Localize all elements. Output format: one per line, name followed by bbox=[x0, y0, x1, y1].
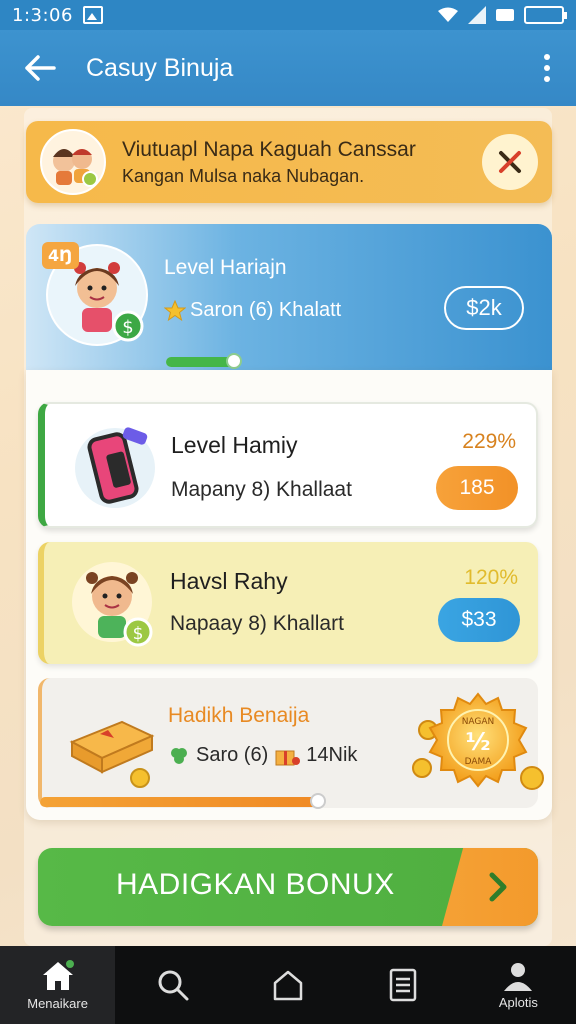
nav-home[interactable]: Menaikare bbox=[0, 946, 116, 1024]
list-item[interactable]: $ Havsl Rahy Napaay 8) Khallart 120% $33 bbox=[38, 542, 538, 664]
cash-bundle-icon bbox=[62, 692, 162, 792]
more-vertical-icon bbox=[544, 54, 550, 60]
app-bar: Casuy Binuja bbox=[0, 30, 576, 106]
bonus-progress-bar[interactable] bbox=[40, 793, 326, 809]
badge-text-mid: ½ bbox=[466, 728, 491, 756]
phone-icon bbox=[65, 414, 165, 514]
level-card-meta: Saron (6) Khalatt bbox=[164, 299, 341, 322]
close-icon bbox=[499, 151, 521, 173]
status-time: 1:3:06 bbox=[12, 4, 73, 26]
item-percent: 229% bbox=[462, 430, 516, 453]
item-subtitle-extra: 14Nik bbox=[306, 744, 358, 766]
signal-icon bbox=[468, 6, 486, 24]
bottom-nav: Menaikare Aplotis bbox=[0, 946, 576, 1024]
status-bar: 1:3:06 bbox=[0, 0, 576, 30]
search-icon bbox=[158, 970, 189, 1001]
cta-label: HADIGKAN BONUX bbox=[116, 868, 395, 901]
level-card[interactable]: $ 4Ŋ Level Hariajn Saron (6) Khalatt $2k bbox=[26, 224, 552, 370]
boy-avatar-icon: $ bbox=[64, 552, 164, 652]
item-subtitle: Napaay 8) Khallart bbox=[170, 612, 344, 635]
item-title: Level Hamiy bbox=[171, 432, 298, 458]
notification-box-icon bbox=[496, 9, 514, 21]
notice-banner[interactable]: Viutuapl Napa Kaguah Canssar Kangan Muls… bbox=[26, 121, 552, 203]
gift-box-icon bbox=[275, 750, 301, 765]
battery-icon bbox=[524, 6, 567, 24]
level-badge: 4Ŋ bbox=[42, 242, 79, 269]
level-progress-handle[interactable] bbox=[226, 353, 242, 369]
nav-documents[interactable] bbox=[346, 946, 461, 1024]
arrow-left-icon bbox=[25, 55, 56, 81]
svg-text:$: $ bbox=[122, 317, 133, 338]
item-claim-button[interactable]: 185 bbox=[436, 466, 518, 510]
more-options-button[interactable] bbox=[538, 48, 556, 88]
kids-avatar-icon bbox=[40, 129, 106, 195]
image-notification-icon bbox=[82, 6, 103, 24]
notice-close-button[interactable] bbox=[482, 134, 538, 190]
nav-profile[interactable]: Aplotis bbox=[461, 946, 576, 1024]
level-card-title: Level Hariajn bbox=[164, 256, 287, 279]
bonus-progress-handle[interactable] bbox=[310, 793, 326, 809]
svg-text:$: $ bbox=[133, 624, 144, 644]
item-percent: 120% bbox=[464, 566, 518, 589]
badge-text-top: NAGAN bbox=[462, 717, 495, 727]
nav-house[interactable] bbox=[230, 946, 345, 1024]
star-icon bbox=[164, 299, 186, 321]
document-icon bbox=[389, 968, 417, 1002]
item-subtitle: Mapany 8) Khallaat bbox=[171, 478, 352, 501]
cta-arrow-area bbox=[442, 848, 538, 926]
nav-home-label: Menaikare bbox=[27, 995, 88, 1011]
notice-title: Viutuapl Napa Kaguah Canssar bbox=[122, 137, 416, 161]
notice-subtitle: Kangan Mulsa naka Nubagan. bbox=[122, 165, 365, 186]
nav-search[interactable] bbox=[115, 946, 230, 1024]
gold-bonus-badge[interactable]: NAGAN ½ DAMA bbox=[408, 690, 548, 802]
item-title: Havsl Rahy bbox=[170, 568, 288, 594]
nav-profile-label: Aplotis bbox=[498, 994, 538, 1010]
item-subtitle: Saro (6) bbox=[196, 744, 269, 766]
level-meta-text: Saron (6) Khalatt bbox=[190, 299, 342, 321]
item-subtitle-row: Saro (6) 14Nik bbox=[168, 744, 357, 767]
status-icons bbox=[438, 6, 567, 24]
item-title: Hadikh Benaija bbox=[168, 704, 310, 727]
notice-text: Viutuapl Napa Kaguah Canssar Kangan Muls… bbox=[122, 138, 482, 187]
house-outline-icon bbox=[273, 970, 303, 1001]
home-icon bbox=[42, 959, 74, 990]
item-claim-button[interactable]: $33 bbox=[438, 598, 520, 642]
list-item[interactable]: Level Hamiy Mapany 8) Khallaat 229% 185 bbox=[38, 402, 538, 528]
level-progress-bar[interactable] bbox=[166, 353, 242, 369]
wifi-icon bbox=[438, 7, 458, 22]
profile-icon bbox=[504, 962, 533, 991]
page-title: Casuy Binuja bbox=[86, 53, 234, 82]
clover-icon bbox=[171, 747, 187, 764]
chevron-right-icon bbox=[489, 872, 507, 902]
claim-bonus-button[interactable]: HADIGKAN BONUX bbox=[38, 848, 538, 926]
back-button[interactable] bbox=[20, 48, 60, 88]
badge-text-bottom: DAMA bbox=[465, 757, 493, 767]
level-amount-button[interactable]: $2k bbox=[444, 286, 524, 330]
